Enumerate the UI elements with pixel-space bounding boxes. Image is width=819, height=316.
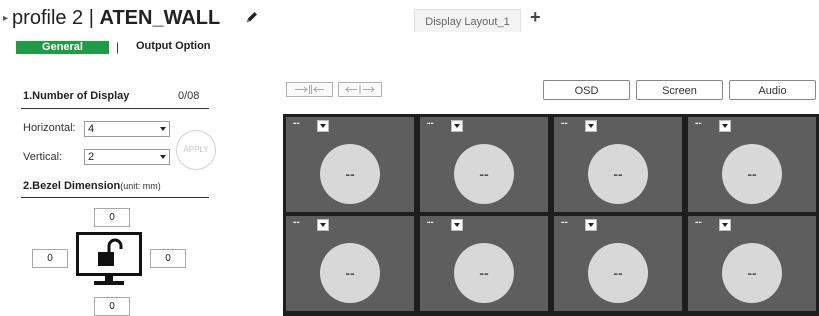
- horizontal-value: 4: [88, 123, 95, 135]
- vertical-label: Vertical:: [23, 151, 63, 163]
- display-cell[interactable]: -- --: [554, 117, 682, 212]
- source-dropdown[interactable]: --: [689, 118, 731, 132]
- bezel-left-input[interactable]: 0: [32, 249, 68, 268]
- source-dropdown[interactable]: --: [421, 217, 463, 231]
- chevron-down-icon: [719, 120, 731, 132]
- osd-button[interactable]: OSD: [543, 80, 630, 100]
- display-cell[interactable]: -- --: [286, 216, 414, 311]
- display-grid: -- -- -- -- -- -- -- -- -- -- -- -- -- -…: [283, 114, 819, 316]
- chevron-down-icon: [160, 127, 166, 131]
- subtab-general[interactable]: General: [16, 41, 109, 54]
- display-label: --: [588, 243, 648, 303]
- source-value: --: [293, 118, 300, 129]
- number-of-display-title: 1.Number of Display: [23, 90, 130, 102]
- subtab-separator: |: [116, 40, 120, 54]
- chevron-down-icon: [719, 219, 731, 231]
- bezel-top-input[interactable]: 0: [94, 208, 130, 227]
- display-label: --: [454, 144, 514, 204]
- source-dropdown[interactable]: --: [555, 217, 597, 231]
- chevron-down-icon: [451, 219, 463, 231]
- horizontal-label: Horizontal:: [23, 122, 76, 134]
- audio-button[interactable]: Audio: [729, 80, 816, 100]
- tab-display-layout[interactable]: Display Layout_1: [414, 9, 521, 32]
- display-label: --: [454, 243, 514, 303]
- source-dropdown[interactable]: --: [287, 217, 329, 231]
- display-cell[interactable]: -- --: [420, 117, 548, 212]
- expand-spacing-button[interactable]: [338, 82, 382, 97]
- display-cell[interactable]: -- --: [286, 117, 414, 212]
- expand-arrows-icon: [345, 85, 375, 94]
- display-label: --: [722, 243, 782, 303]
- display-cell[interactable]: -- --: [554, 216, 682, 311]
- display-label: --: [320, 243, 380, 303]
- source-value: --: [695, 217, 702, 228]
- chevron-down-icon: [160, 155, 166, 159]
- chevron-down-icon: [585, 120, 597, 132]
- add-tab-button[interactable]: +: [530, 7, 541, 28]
- source-value: --: [561, 217, 568, 228]
- pencil-icon[interactable]: [244, 9, 260, 25]
- display-label: --: [588, 144, 648, 204]
- apply-button[interactable]: APPLY: [176, 130, 216, 170]
- chevron-down-icon: [317, 219, 329, 231]
- shrink-spacing-button[interactable]: [286, 82, 333, 97]
- source-dropdown[interactable]: --: [421, 118, 463, 132]
- chevron-down-icon: [585, 219, 597, 231]
- source-value: --: [561, 118, 568, 129]
- display-cell[interactable]: -- --: [420, 216, 548, 311]
- divider: [21, 197, 209, 198]
- chevron-down-icon: [451, 120, 463, 132]
- bezel-unit: (unit: mm): [120, 181, 161, 191]
- chevron-down-icon: [317, 120, 329, 132]
- vertical-value: 2: [88, 151, 95, 163]
- monitor-lock-icon[interactable]: [76, 232, 142, 286]
- source-dropdown[interactable]: --: [555, 118, 597, 132]
- source-value: --: [427, 217, 434, 228]
- display-cell[interactable]: -- --: [688, 216, 816, 311]
- horizontal-select[interactable]: 4: [84, 121, 170, 137]
- screen-button[interactable]: Screen: [636, 80, 723, 100]
- profile-title: ▸ profile 2 | ATEN_WALL: [3, 7, 220, 30]
- source-value: --: [695, 118, 702, 129]
- source-value: --: [293, 217, 300, 228]
- bezel-dimension-title: 2.Bezel Dimension(unit: mm): [23, 180, 161, 192]
- display-count: 0/08: [178, 90, 200, 102]
- collapse-arrows-icon: [295, 85, 324, 94]
- bezel-bottom-input[interactable]: 0: [94, 297, 130, 316]
- bezel-title-text: 2.Bezel Dimension: [23, 180, 121, 192]
- divider: [21, 108, 209, 109]
- vertical-select[interactable]: 2: [84, 149, 170, 165]
- display-cell[interactable]: -- --: [688, 117, 816, 212]
- wall-name: ATEN_WALL: [99, 7, 221, 29]
- subtab-output-option[interactable]: Output Option: [136, 40, 211, 52]
- expand-arrow-icon[interactable]: ▸: [3, 13, 8, 24]
- display-label: --: [320, 144, 380, 204]
- bezel-right-input[interactable]: 0: [150, 249, 186, 268]
- display-label: --: [722, 144, 782, 204]
- source-value: --: [427, 118, 434, 129]
- source-dropdown[interactable]: --: [287, 118, 329, 132]
- profile-name: profile 2 |: [12, 7, 100, 29]
- source-dropdown[interactable]: --: [689, 217, 731, 231]
